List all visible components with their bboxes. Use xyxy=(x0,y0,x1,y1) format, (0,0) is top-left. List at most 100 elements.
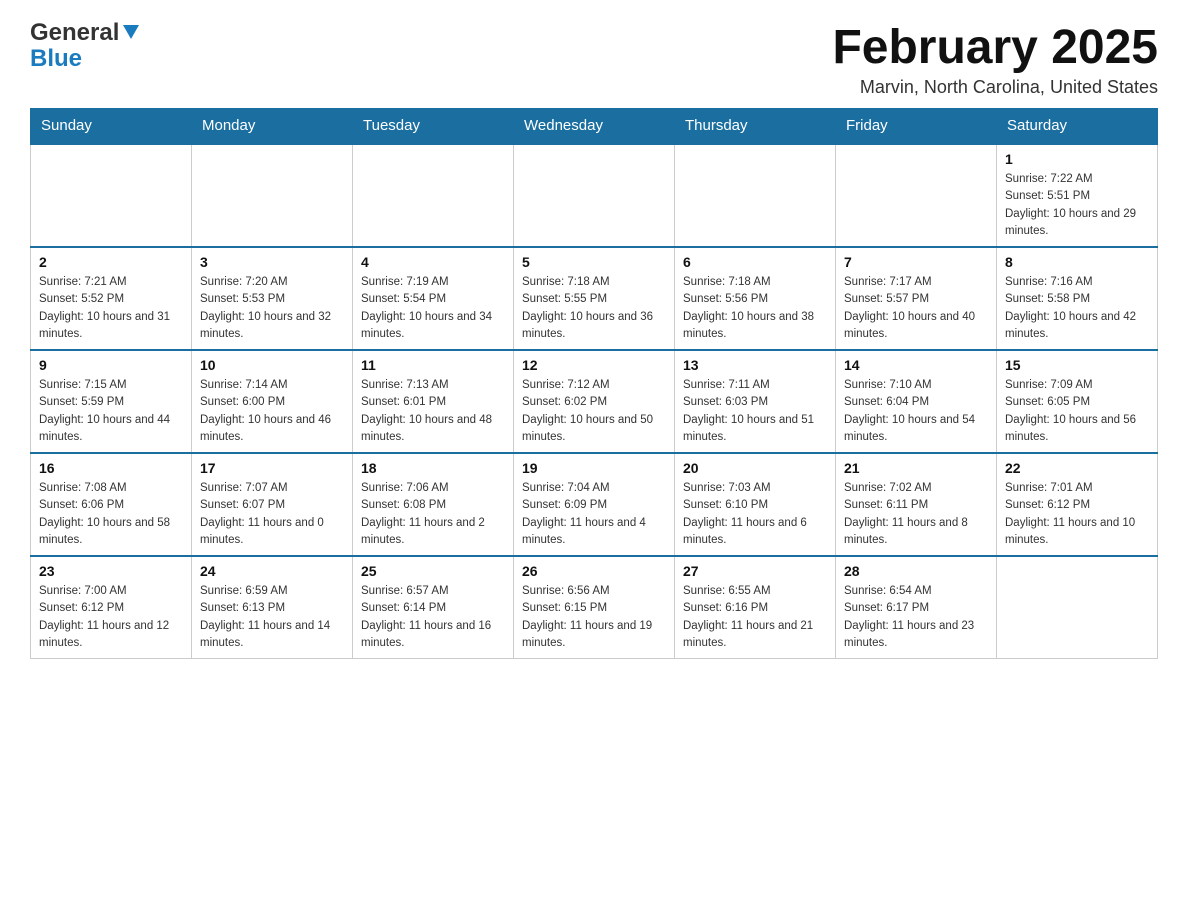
table-row: 8 Sunrise: 7:16 AMSunset: 5:58 PMDayligh… xyxy=(997,247,1158,350)
table-row: 13 Sunrise: 7:11 AMSunset: 6:03 PMDaylig… xyxy=(675,350,836,453)
day-number: 2 xyxy=(39,254,183,270)
day-number: 12 xyxy=(522,357,666,373)
table-row xyxy=(836,144,997,248)
table-row: 9 Sunrise: 7:15 AMSunset: 5:59 PMDayligh… xyxy=(31,350,192,453)
day-info: Sunrise: 6:55 AMSunset: 6:16 PMDaylight:… xyxy=(683,583,827,652)
calendar-table: Sunday Monday Tuesday Wednesday Thursday… xyxy=(30,108,1158,659)
day-number: 8 xyxy=(1005,254,1149,270)
day-number: 25 xyxy=(361,563,505,579)
table-row: 1 Sunrise: 7:22 AMSunset: 5:51 PMDayligh… xyxy=(997,144,1158,248)
day-info: Sunrise: 6:57 AMSunset: 6:14 PMDaylight:… xyxy=(361,583,505,652)
day-info: Sunrise: 7:21 AMSunset: 5:52 PMDaylight:… xyxy=(39,274,183,343)
day-info: Sunrise: 7:15 AMSunset: 5:59 PMDaylight:… xyxy=(39,377,183,446)
calendar-week-row: 16 Sunrise: 7:08 AMSunset: 6:06 PMDaylig… xyxy=(31,453,1158,556)
col-monday: Monday xyxy=(192,109,353,144)
table-row: 6 Sunrise: 7:18 AMSunset: 5:56 PMDayligh… xyxy=(675,247,836,350)
logo-triangle-icon xyxy=(121,21,141,46)
table-row xyxy=(997,556,1158,659)
day-number: 10 xyxy=(200,357,344,373)
logo-blue-text: Blue xyxy=(30,46,82,72)
calendar-week-row: 23 Sunrise: 7:00 AMSunset: 6:12 PMDaylig… xyxy=(31,556,1158,659)
table-row: 22 Sunrise: 7:01 AMSunset: 6:12 PMDaylig… xyxy=(997,453,1158,556)
table-row xyxy=(192,144,353,248)
col-tuesday: Tuesday xyxy=(353,109,514,144)
day-info: Sunrise: 7:18 AMSunset: 5:56 PMDaylight:… xyxy=(683,274,827,343)
col-wednesday: Wednesday xyxy=(514,109,675,144)
table-row: 3 Sunrise: 7:20 AMSunset: 5:53 PMDayligh… xyxy=(192,247,353,350)
table-row: 7 Sunrise: 7:17 AMSunset: 5:57 PMDayligh… xyxy=(836,247,997,350)
table-row: 24 Sunrise: 6:59 AMSunset: 6:13 PMDaylig… xyxy=(192,556,353,659)
day-info: Sunrise: 7:11 AMSunset: 6:03 PMDaylight:… xyxy=(683,377,827,446)
table-row: 17 Sunrise: 7:07 AMSunset: 6:07 PMDaylig… xyxy=(192,453,353,556)
day-number: 7 xyxy=(844,254,988,270)
day-info: Sunrise: 7:10 AMSunset: 6:04 PMDaylight:… xyxy=(844,377,988,446)
table-row: 12 Sunrise: 7:12 AMSunset: 6:02 PMDaylig… xyxy=(514,350,675,453)
day-number: 16 xyxy=(39,460,183,476)
day-info: Sunrise: 7:09 AMSunset: 6:05 PMDaylight:… xyxy=(1005,377,1149,446)
calendar-week-row: 2 Sunrise: 7:21 AMSunset: 5:52 PMDayligh… xyxy=(31,247,1158,350)
table-row: 18 Sunrise: 7:06 AMSunset: 6:08 PMDaylig… xyxy=(353,453,514,556)
day-number: 21 xyxy=(844,460,988,476)
day-info: Sunrise: 7:16 AMSunset: 5:58 PMDaylight:… xyxy=(1005,274,1149,343)
day-info: Sunrise: 7:14 AMSunset: 6:00 PMDaylight:… xyxy=(200,377,344,446)
day-info: Sunrise: 7:20 AMSunset: 5:53 PMDaylight:… xyxy=(200,274,344,343)
month-title: February 2025 xyxy=(832,20,1158,75)
day-info: Sunrise: 6:59 AMSunset: 6:13 PMDaylight:… xyxy=(200,583,344,652)
page-header: General Blue February 2025 Marvin, North… xyxy=(30,20,1158,98)
title-section: February 2025 Marvin, North Carolina, Un… xyxy=(832,20,1158,98)
table-row xyxy=(514,144,675,248)
day-info: Sunrise: 7:17 AMSunset: 5:57 PMDaylight:… xyxy=(844,274,988,343)
day-info: Sunrise: 7:08 AMSunset: 6:06 PMDaylight:… xyxy=(39,480,183,549)
day-number: 13 xyxy=(683,357,827,373)
day-number: 26 xyxy=(522,563,666,579)
table-row: 25 Sunrise: 6:57 AMSunset: 6:14 PMDaylig… xyxy=(353,556,514,659)
day-number: 9 xyxy=(39,357,183,373)
day-number: 6 xyxy=(683,254,827,270)
calendar-week-row: 9 Sunrise: 7:15 AMSunset: 5:59 PMDayligh… xyxy=(31,350,1158,453)
day-info: Sunrise: 6:56 AMSunset: 6:15 PMDaylight:… xyxy=(522,583,666,652)
table-row xyxy=(675,144,836,248)
table-row xyxy=(353,144,514,248)
day-info: Sunrise: 7:03 AMSunset: 6:10 PMDaylight:… xyxy=(683,480,827,549)
col-friday: Friday xyxy=(836,109,997,144)
logo: General Blue xyxy=(30,20,141,73)
day-number: 15 xyxy=(1005,357,1149,373)
table-row: 28 Sunrise: 6:54 AMSunset: 6:17 PMDaylig… xyxy=(836,556,997,659)
day-number: 17 xyxy=(200,460,344,476)
table-row: 23 Sunrise: 7:00 AMSunset: 6:12 PMDaylig… xyxy=(31,556,192,659)
day-number: 24 xyxy=(200,563,344,579)
table-row: 21 Sunrise: 7:02 AMSunset: 6:11 PMDaylig… xyxy=(836,453,997,556)
calendar-week-row: 1 Sunrise: 7:22 AMSunset: 5:51 PMDayligh… xyxy=(31,144,1158,248)
calendar-header-row: Sunday Monday Tuesday Wednesday Thursday… xyxy=(31,109,1158,144)
day-info: Sunrise: 7:06 AMSunset: 6:08 PMDaylight:… xyxy=(361,480,505,549)
day-number: 27 xyxy=(683,563,827,579)
day-number: 3 xyxy=(200,254,344,270)
day-number: 14 xyxy=(844,357,988,373)
day-info: Sunrise: 7:22 AMSunset: 5:51 PMDaylight:… xyxy=(1005,171,1149,240)
table-row: 2 Sunrise: 7:21 AMSunset: 5:52 PMDayligh… xyxy=(31,247,192,350)
col-saturday: Saturday xyxy=(997,109,1158,144)
table-row: 26 Sunrise: 6:56 AMSunset: 6:15 PMDaylig… xyxy=(514,556,675,659)
day-number: 11 xyxy=(361,357,505,373)
day-number: 20 xyxy=(683,460,827,476)
table-row: 15 Sunrise: 7:09 AMSunset: 6:05 PMDaylig… xyxy=(997,350,1158,453)
logo-general-text: General xyxy=(30,20,119,46)
day-number: 5 xyxy=(522,254,666,270)
day-number: 18 xyxy=(361,460,505,476)
location-text: Marvin, North Carolina, United States xyxy=(832,77,1158,98)
day-info: Sunrise: 7:18 AMSunset: 5:55 PMDaylight:… xyxy=(522,274,666,343)
col-thursday: Thursday xyxy=(675,109,836,144)
table-row: 5 Sunrise: 7:18 AMSunset: 5:55 PMDayligh… xyxy=(514,247,675,350)
day-number: 4 xyxy=(361,254,505,270)
table-row xyxy=(31,144,192,248)
day-number: 22 xyxy=(1005,460,1149,476)
table-row: 16 Sunrise: 7:08 AMSunset: 6:06 PMDaylig… xyxy=(31,453,192,556)
day-info: Sunrise: 7:12 AMSunset: 6:02 PMDaylight:… xyxy=(522,377,666,446)
day-info: Sunrise: 6:54 AMSunset: 6:17 PMDaylight:… xyxy=(844,583,988,652)
table-row: 14 Sunrise: 7:10 AMSunset: 6:04 PMDaylig… xyxy=(836,350,997,453)
day-number: 28 xyxy=(844,563,988,579)
day-info: Sunrise: 7:13 AMSunset: 6:01 PMDaylight:… xyxy=(361,377,505,446)
day-number: 19 xyxy=(522,460,666,476)
day-info: Sunrise: 7:01 AMSunset: 6:12 PMDaylight:… xyxy=(1005,480,1149,549)
day-info: Sunrise: 7:07 AMSunset: 6:07 PMDaylight:… xyxy=(200,480,344,549)
